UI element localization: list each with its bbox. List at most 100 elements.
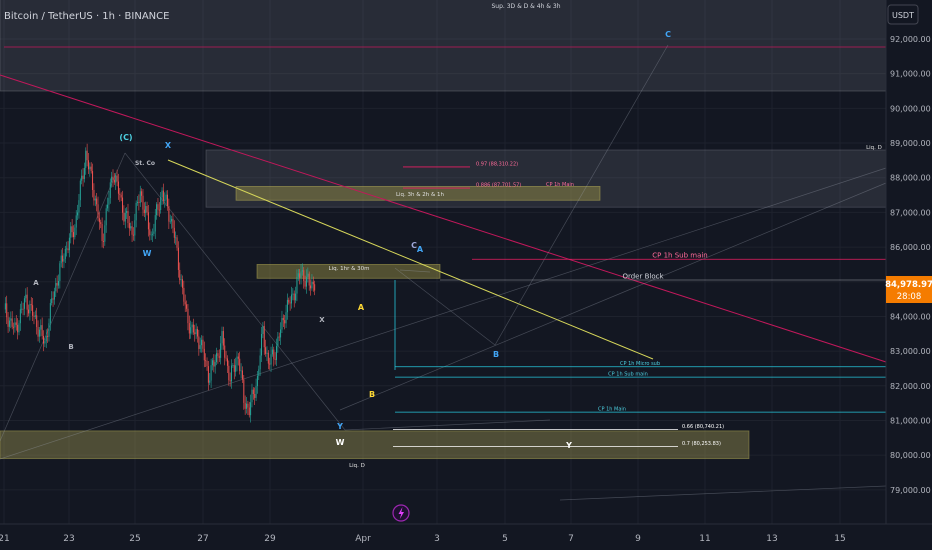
candle-body xyxy=(180,279,182,281)
candle-body xyxy=(248,407,250,416)
candle-body xyxy=(41,325,43,336)
candle-body xyxy=(164,199,166,201)
candle-body xyxy=(160,197,162,211)
candle-body xyxy=(281,317,283,330)
candle-body xyxy=(225,357,227,359)
level-label: 0.7 (80,253.83) xyxy=(682,441,721,447)
candle-body xyxy=(62,255,64,262)
candle-body xyxy=(250,402,252,416)
wave-label: St. Co xyxy=(135,160,155,167)
candle-body xyxy=(293,293,295,301)
price-tick-label: 86,000.00 xyxy=(890,243,931,252)
candle-body xyxy=(4,303,6,310)
candle-body xyxy=(52,298,54,300)
candle-body xyxy=(70,226,72,238)
candle-body xyxy=(17,324,19,333)
candle-body xyxy=(199,345,201,349)
candle-body xyxy=(113,179,115,183)
candle-body xyxy=(21,308,23,310)
candle-body xyxy=(81,175,83,181)
candle-body xyxy=(47,335,49,337)
candle-body xyxy=(175,237,177,239)
candle-body xyxy=(203,348,205,361)
candle-body xyxy=(120,194,122,198)
wave-label: B xyxy=(369,390,375,399)
time-tick-label: 11 xyxy=(699,534,710,544)
candle-body xyxy=(310,285,312,289)
candle-body xyxy=(280,329,282,338)
candle-body xyxy=(6,303,8,318)
price-tick-label: 88,000.00 xyxy=(890,174,931,183)
candle-body xyxy=(300,271,302,278)
candle-body xyxy=(135,202,137,221)
candle-body xyxy=(206,360,208,367)
candle-body xyxy=(53,291,55,300)
candle-body xyxy=(149,229,151,235)
candle-body xyxy=(243,379,245,403)
candle-body xyxy=(184,301,186,305)
candle-body xyxy=(173,227,175,238)
candle-body xyxy=(192,324,194,333)
wave-label: W xyxy=(143,249,152,258)
zone-label: Liq. D xyxy=(866,145,882,151)
candle-body xyxy=(71,226,73,233)
candle-body xyxy=(18,323,20,333)
candle-body xyxy=(139,191,141,203)
candle-body xyxy=(37,326,39,337)
candle-body xyxy=(134,220,136,236)
candle-body xyxy=(295,293,297,301)
time-tick-label: 25 xyxy=(129,534,140,544)
candle-body xyxy=(266,352,268,354)
candle-body xyxy=(55,283,57,292)
level-label: CP 1h Sub main xyxy=(652,252,708,260)
candle-body xyxy=(104,225,106,242)
candle-body xyxy=(85,150,87,168)
candle-body xyxy=(292,293,294,295)
candle-body xyxy=(226,358,228,366)
candle-body xyxy=(51,298,53,304)
level-label: Order Block xyxy=(622,273,664,281)
candle-body xyxy=(79,180,81,201)
time-tick-label: 13 xyxy=(766,534,777,544)
candle-body xyxy=(142,195,144,210)
level-label: CP 1h Micro sub xyxy=(620,361,660,367)
candle-body xyxy=(161,190,163,198)
candle-body xyxy=(269,363,271,365)
zone-box xyxy=(0,430,750,460)
candle-body xyxy=(66,248,68,250)
candle-body xyxy=(305,276,307,287)
candle-body xyxy=(229,380,231,382)
candle-body xyxy=(209,380,211,383)
candle-body xyxy=(307,273,309,277)
time-tick-label: 27 xyxy=(197,534,208,544)
candle-body xyxy=(301,270,303,272)
candle-body xyxy=(126,211,128,213)
candle-body xyxy=(156,204,158,216)
candle-body xyxy=(33,315,35,317)
candle-body xyxy=(273,349,275,359)
candle-body xyxy=(191,324,193,328)
candle-body xyxy=(48,323,50,337)
wave-label: Y xyxy=(336,422,343,431)
candle-body xyxy=(220,343,222,358)
candle-body xyxy=(239,358,241,371)
price-tick-label: 81,000.00 xyxy=(890,416,931,425)
candle-body xyxy=(19,309,21,324)
candle-body xyxy=(112,176,114,180)
price-chart[interactable]: Liq. D Liq. 3h & 2h & 1h Liq. 1hr & 30m Liq… xyxy=(0,0,932,550)
price-tick-label: 90,000.00 xyxy=(890,104,931,113)
candle-body xyxy=(67,248,69,251)
candle-body xyxy=(89,166,91,170)
candle-body xyxy=(190,327,192,334)
price-tick-label: 91,000.00 xyxy=(890,70,931,79)
candle-body xyxy=(240,370,242,372)
candle-body xyxy=(130,226,132,229)
candle-body xyxy=(64,248,66,259)
candle-body xyxy=(186,304,188,309)
candle-body xyxy=(153,231,155,234)
candle-body xyxy=(303,270,305,282)
candle-body xyxy=(108,198,110,205)
candle-body xyxy=(236,356,238,366)
candle-body xyxy=(181,279,183,288)
candle-body xyxy=(277,336,279,347)
